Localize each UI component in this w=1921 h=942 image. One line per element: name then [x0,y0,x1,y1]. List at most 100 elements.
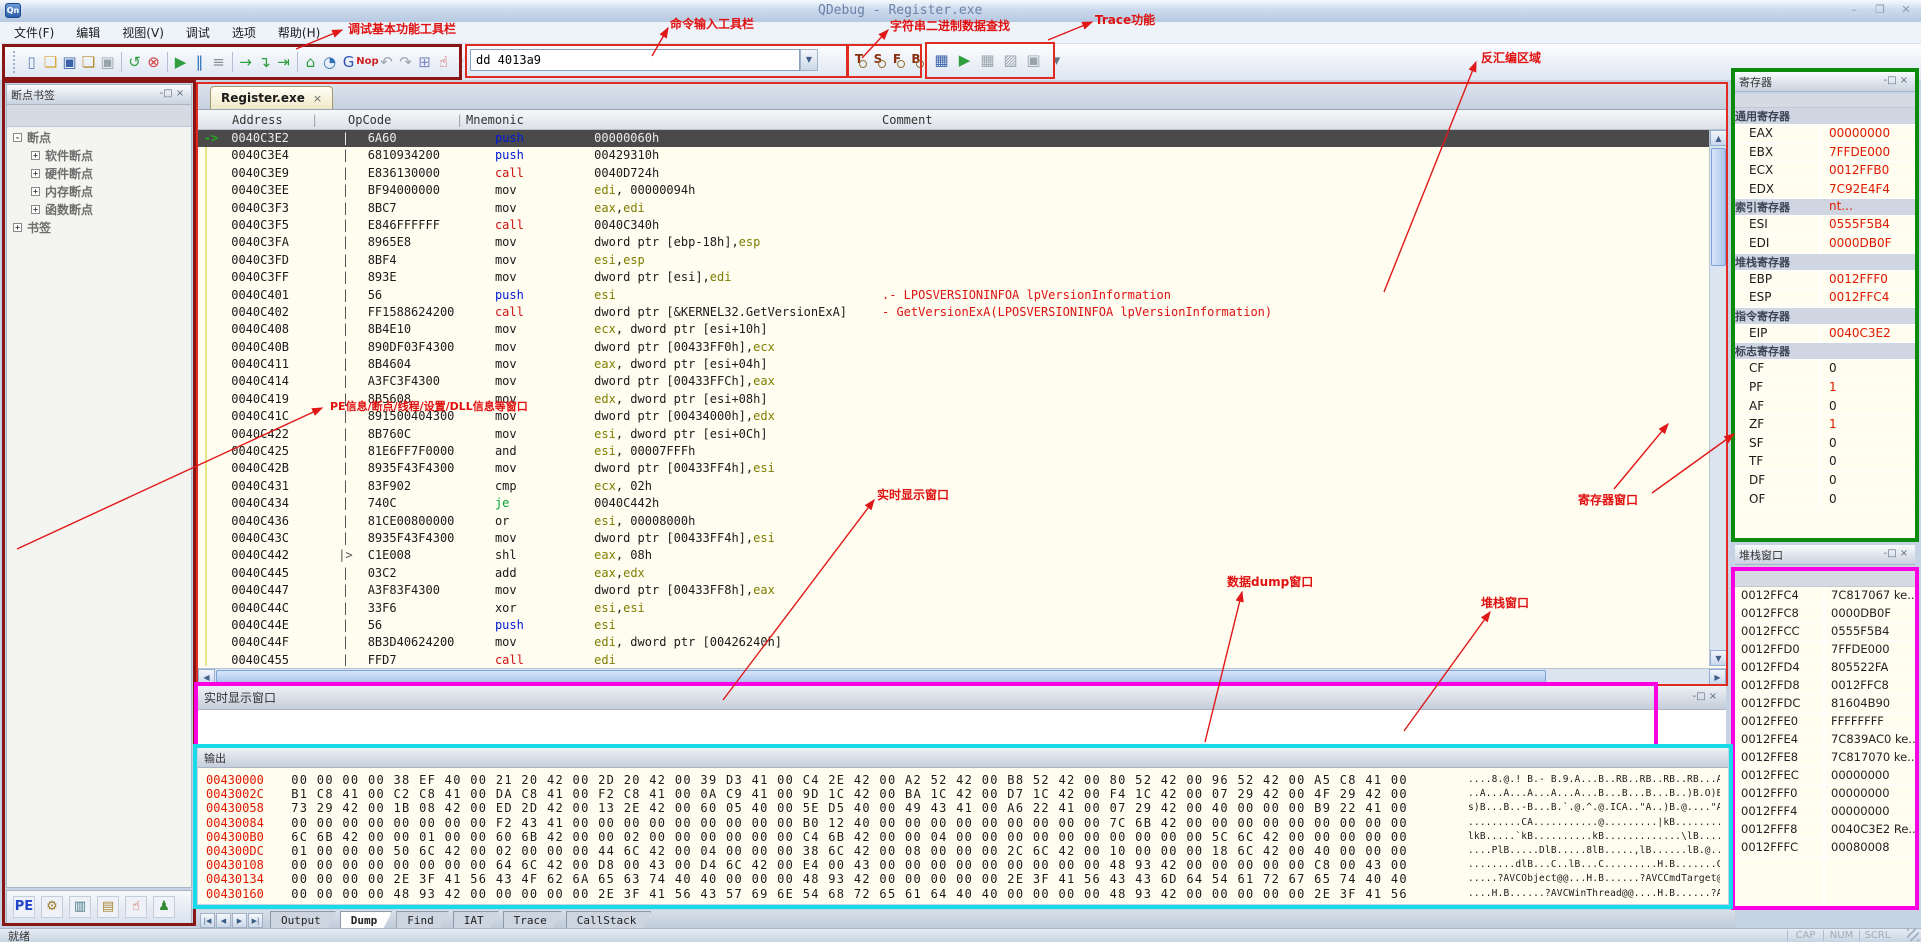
register-row[interactable]: EBX 7FFDE000 [1735,143,1915,163]
menu-item[interactable]: 帮助(H) [278,24,320,41]
stack-row[interactable]: 0012FFD4 805522FA [1735,659,1915,677]
window-control-button[interactable]: – [1845,2,1863,17]
hex-dump[interactable]: 00430000 00 00 00 00 38 EF 40 00 21 20 4… [198,768,1728,901]
register-row[interactable]: EDX 7C92E4F4 nt... [1735,180,1915,213]
disassembly-row[interactable]: 0040C422 | 8B760C mov esi, dword ptr [es… [198,426,1726,443]
resize-grip[interactable] [1907,929,1919,941]
register-row[interactable]: PF 1 [1735,378,1915,398]
menu-item[interactable]: 视图(V) [122,24,164,41]
stack-row[interactable]: 0012FFF4 00000000 [1735,803,1915,821]
disassembly-row[interactable]: 0040C3EE | BF94000000 mov edi, 00000094h [198,182,1726,199]
disassembly-row[interactable]: 0040C3FF | 893E mov dword ptr [esi], edi [198,269,1726,286]
search-type-button[interactable]: F [889,49,905,71]
tree-expand-icon[interactable]: + [31,150,40,160]
hex-dump-row[interactable]: 004300DC 01 00 00 00 50 6C 42 00 02 00 0… [198,844,1728,858]
toolbar-button[interactable]: ≡ [209,50,228,74]
toolbar-button[interactable]: ‖ [190,50,209,74]
menu-item[interactable]: 选项 [232,24,256,41]
toolbar-button[interactable]: ⊗ [144,50,163,74]
stack-row[interactable]: 0012FFDC 81604B90 [1735,695,1915,713]
toolbar-grip[interactable] [13,51,17,73]
col-address[interactable]: Address [232,113,283,127]
tab-scroll-button[interactable]: ▶ [232,912,247,928]
col-opcode[interactable]: OpCode [348,113,391,127]
trace-button[interactable]: ▣ [1024,48,1043,72]
stack-row[interactable]: 0012FFE8 7C817070 ke... [1735,749,1915,767]
disassembly-row[interactable]: 0040C434 | 740C je 0040C442h [198,495,1726,512]
vertical-scrollbar[interactable]: ▲ ▼ [1709,130,1727,666]
close-icon[interactable]: × [173,88,187,101]
disassembly-row[interactable]: 0040C42B | 8935F43F4300 mov dword ptr [0… [198,460,1726,477]
stack-row[interactable]: 0012FFF0 00000000 [1735,785,1915,803]
hex-dump-row[interactable]: 00430134 00 00 00 00 2E 3F 41 56 43 4F 6… [198,872,1728,886]
toolbar-button[interactable]: ↶ [377,50,396,74]
close-icon[interactable]: × [1706,691,1720,704]
sidebar-tool-button[interactable]: ☝ [125,896,147,918]
toolbar-button[interactable]: ▣ [98,50,117,74]
hex-dump-row[interactable]: 00430000 00 00 00 00 38 EF 40 00 21 20 4… [198,773,1728,787]
menu-item[interactable]: 编辑 [76,24,100,41]
hex-dump-row[interactable]: 00430084 00 00 00 00 00 00 00 00 F2 43 4… [198,816,1728,830]
register-group-header[interactable]: 通用寄存器 [1735,108,1915,125]
col-comment[interactable]: Comment [882,113,933,127]
trace-button[interactable]: ▨ [1001,48,1020,72]
disassembly-row[interactable]: 0040C44F | 8B3D40624200 mov edi, dword p… [198,634,1726,651]
register-row[interactable]: EIP 0040C3E2 [1735,324,1915,344]
search-type-button[interactable]: S [870,49,886,71]
menu-item[interactable]: 文件(F) [14,24,54,41]
stack-row[interactable]: 0012FFE0 FFFFFFFF [1735,713,1915,731]
disassembly-row[interactable]: -> 0040C3E2 | 6A60 push 00000060h [198,130,1726,148]
disassembly-row[interactable]: 0040C445 | 03C2 add eax, edx [198,565,1726,582]
toolbar-button[interactable] [117,50,125,74]
register-row[interactable]: EDI 0000DB0F [1735,234,1915,254]
tree-expand-icon[interactable]: - [13,132,22,142]
close-icon[interactable]: × [1897,548,1911,561]
toolbar-button[interactable] [163,50,171,74]
command-input[interactable] [470,49,800,71]
tab-scroll-button[interactable]: ▶| [248,912,263,928]
disassembly-row[interactable]: 0040C402 | FF1588624200 call dword ptr [… [198,304,1726,321]
tree-item[interactable]: + 书签 [13,219,191,235]
stack-row[interactable]: 0012FFC8 0000DB0F [1735,605,1915,623]
toolbar-button[interactable]: ❏ [79,50,98,74]
toolbar-button[interactable]: ◔ [320,50,339,74]
pin-icon[interactable]: -□ [1883,548,1897,561]
stack-row[interactable]: 0012FFD0 7FFDE000 [1735,641,1915,659]
pin-icon[interactable]: -□ [1883,75,1897,88]
toolbar-button[interactable]: ↴ [255,50,274,74]
disassembly-row[interactable]: 0040C431 | 83F902 cmp ecx, 02h [198,478,1726,495]
window-control-button[interactable]: ✕ [1897,2,1915,17]
tab-scroll-button[interactable]: |◀ [200,912,215,928]
window-control-button[interactable]: ❐ [1871,2,1889,17]
toolbar-button[interactable]: ▯ [22,50,41,74]
disassembly-row[interactable]: 0040C3E9 | E836130000 call 0040D724h [198,165,1726,182]
trace-button[interactable]: ▦ [978,48,997,72]
toolbar-button[interactable]: ▣ [60,50,79,74]
hex-dump-row[interactable]: 004300B0 6C 6B 42 00 00 01 00 00 60 6B 4… [198,830,1728,844]
tab-register-exe[interactable]: Register.exe × [210,86,334,109]
scrollbar-thumb[interactable] [1711,148,1726,266]
sidebar-tool-button[interactable]: ▤ [97,896,119,918]
trace-button[interactable]: ▾ [1047,48,1066,72]
register-row[interactable]: ECX 0012FFB0 [1735,162,1915,181]
register-row[interactable]: EBP 0012FFF0 [1735,270,1915,290]
bottom-tab[interactable]: CallStack [566,911,652,929]
register-row[interactable]: OF 0 [1735,490,1915,510]
toolbar-button[interactable]: ↷ [396,50,415,74]
disassembly-row[interactable]: 0040C436 | 81CE00800000 or esi, 00008000… [198,513,1726,530]
bottom-tab[interactable]: Output [270,911,336,929]
register-group-header[interactable]: 标志寄存器 [1735,343,1915,361]
toolbar-button[interactable] [228,50,236,74]
disassembly-row[interactable]: 0040C442 |> C1E008 shl eax, 08h [198,547,1726,564]
disassembly-row[interactable]: 0040C3F3 | 8BC7 mov eax, edi [198,200,1726,217]
register-row[interactable]: CF 0 [1735,360,1915,379]
stack-row[interactable]: 0012FFCC 0555F5B4 [1735,623,1915,641]
disassembly-row[interactable]: 0040C44E | 56 push esi [198,617,1726,634]
toolbar-button[interactable]: ❏ [41,50,60,74]
bottom-tab[interactable]: Trace [503,911,562,929]
disassembly-row[interactable]: 0040C40B | 890DF03F4300 mov dword ptr [0… [198,339,1726,356]
trace-button[interactable]: ▶ [955,48,974,72]
hex-dump-row[interactable]: 00430108 00 00 00 00 00 00 00 00 64 6C 4… [198,858,1728,872]
tree-item[interactable]: + 内存断点 [31,183,191,199]
tree-expand-icon[interactable]: + [13,222,22,232]
